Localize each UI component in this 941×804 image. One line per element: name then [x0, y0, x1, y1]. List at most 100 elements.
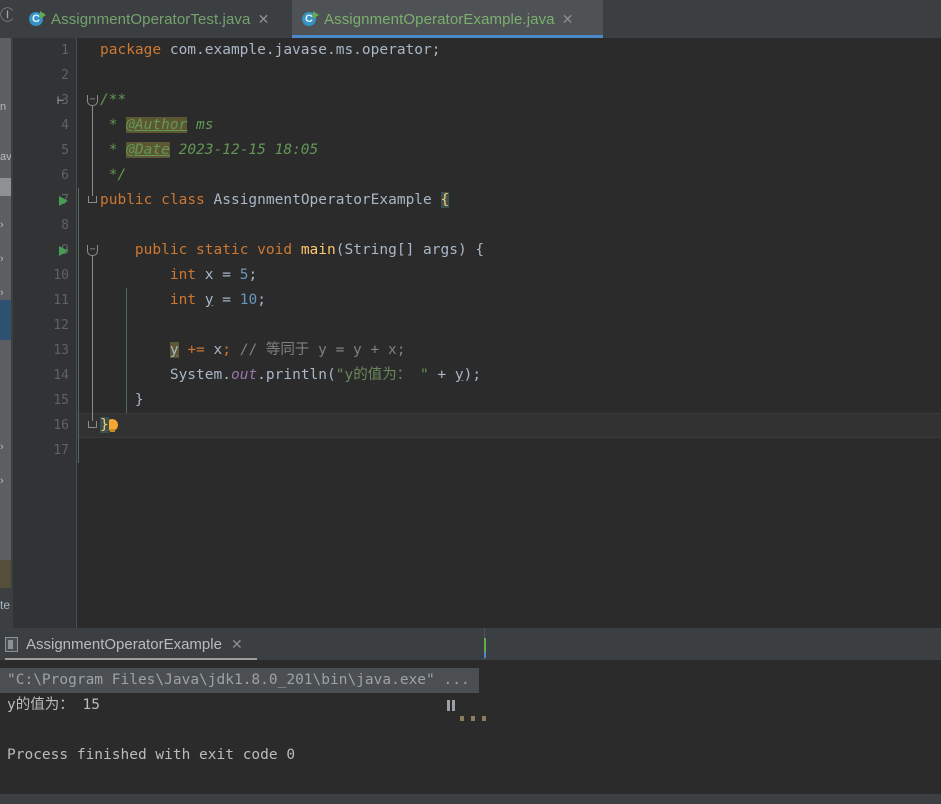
java-class-icon: C [29, 11, 46, 27]
code-line-15: } [77, 388, 144, 413]
console-status-marker-green [484, 638, 486, 652]
variable-x: x [213, 342, 223, 358]
line-number: 1 [61, 43, 69, 58]
dot: . [222, 367, 231, 383]
tab-label: AssignmentOperatorTest.java [51, 10, 251, 28]
keyword-int: int [169, 292, 197, 308]
code-line-13: y += x; // 等同于 y = y + x; [77, 338, 405, 363]
variable-y: y [169, 342, 179, 358]
project-tool-icon[interactable]: Ⓘ [0, 5, 13, 27]
keyword-int: int [169, 267, 197, 283]
run-gutter-icon-line-7[interactable] [59, 196, 68, 206]
close-icon[interactable]: ✕ [231, 636, 243, 653]
close-icon[interactable]: ✕ [257, 12, 270, 26]
matched-brace-close: } [100, 417, 109, 433]
console-tab-title: AssignmentOperatorExample [26, 635, 222, 653]
line-number: 13 [53, 343, 69, 358]
code-line-5: * @Date 2023-12-15 18:05 [77, 138, 318, 163]
keyword-package: package [100, 42, 162, 58]
structure-marker-icon[interactable]: ⊢ [57, 94, 64, 106]
tree-row[interactable]: › [0, 438, 11, 456]
line-number: 7 [61, 193, 69, 208]
pause-icon[interactable] [447, 700, 456, 711]
tree-row-selected[interactable] [0, 300, 11, 340]
line-number: 4 [61, 118, 69, 133]
console-output[interactable]: "C:\Program Files\Java\jdk1.8.0_201\bin\… [0, 660, 941, 804]
plus-assign-op: += [187, 342, 205, 358]
status-bar-strip [0, 794, 941, 804]
editor-tab-bar: C AssignmentOperatorTest.java ✕ C Assign… [13, 0, 941, 38]
project-tree-cropped[interactable]: n av › › › ✓ › › [0, 38, 13, 628]
keyword-static: static [196, 242, 249, 258]
line-number: 5 [61, 143, 69, 158]
code-text-area[interactable]: − − package com.example.javase.ms.operat… [77, 38, 941, 628]
method-println: println [265, 367, 328, 383]
field-out: out [230, 367, 258, 383]
line-number: 12 [53, 318, 69, 333]
code-line-11: int y = 10; [77, 288, 266, 313]
javadoc-date-value: 2023-12-15 18:05 [178, 142, 319, 158]
code-line-9: public static void main(String[] args) { [77, 238, 484, 263]
code-line-10: int x = 5; [77, 263, 257, 288]
caret-line-highlight [77, 413, 941, 438]
code-editor[interactable]: 1 2 3 4 5 6 7 8 9 10 11 12 13 14 15 16 1… [13, 38, 941, 628]
code-line-16: } [77, 413, 109, 438]
console-status-marker-blue [484, 652, 486, 658]
variable-y: y [454, 367, 464, 383]
console-line-command: "C:\Program Files\Java\jdk1.8.0_201\bin\… [0, 668, 479, 693]
concat-op: + [437, 367, 447, 383]
method-name-main: main [300, 242, 336, 258]
ide-window: Ⓘ n av › › › ✓ › › te C AssignmentOperat… [0, 0, 941, 804]
tree-row[interactable]: › [0, 250, 11, 268]
line-number: 14 [53, 368, 69, 383]
system-class: System [169, 367, 223, 383]
semicolon: ; [257, 292, 266, 308]
dot: . [257, 367, 266, 383]
run-tool-header: AssignmentOperatorExample ✕ [0, 628, 941, 660]
tree-row[interactable]: av [0, 148, 11, 166]
javadoc-close: */ [108, 167, 127, 183]
line-number: 2 [61, 68, 69, 83]
variable-y: y [204, 292, 214, 308]
javadoc-open: /** [100, 92, 127, 108]
tree-row-label[interactable]: te [0, 595, 13, 615]
tab-assignment-operator-example[interactable]: C AssignmentOperatorExample.java ✕ [292, 0, 603, 38]
console-dots-icon [460, 716, 490, 724]
console-tab[interactable]: AssignmentOperatorExample ✕ [0, 628, 267, 660]
line-comment: // 等同于 y = y + x; [239, 342, 406, 358]
semicolon: ; [248, 267, 258, 283]
javadoc-author-value: ms [196, 117, 214, 133]
code-line-3: /** [77, 88, 126, 113]
console-line-process-finished: Process finished with exit code 0 [7, 747, 296, 763]
tree-row[interactable]: n [0, 98, 11, 116]
code-line-14: System.out.println("y的值为： " + y); [77, 363, 481, 388]
tab-label: AssignmentOperatorExample.java [324, 10, 555, 28]
matched-brace-open: { [440, 192, 450, 208]
close-brace-inner: } [134, 392, 144, 408]
tree-row[interactable] [0, 178, 11, 196]
javadoc-tag-date: @Date [126, 142, 170, 158]
line-number: 11 [53, 293, 69, 308]
code-line-4: * @Author ms [77, 113, 214, 138]
variable-x: x [204, 267, 214, 283]
run-tool-window: AssignmentOperatorExample ✕ "C:\Program … [0, 628, 941, 804]
tab-assignment-operator-test[interactable]: C AssignmentOperatorTest.java ✕ [19, 0, 292, 38]
keyword-public: public [134, 242, 188, 258]
tree-row[interactable]: › [0, 472, 11, 490]
run-gutter-icon-line-9[interactable] [59, 246, 68, 256]
line-number: 8 [61, 218, 69, 233]
tree-row[interactable]: › [0, 216, 11, 234]
close-icon[interactable]: ✕ [562, 12, 574, 26]
keyword-class: class [161, 192, 205, 208]
semicolon: ; [222, 342, 231, 358]
javadoc-tag-author: @Author [126, 117, 188, 133]
keyword-void: void [257, 242, 293, 258]
assign-op: = [222, 267, 231, 283]
line-number: 6 [61, 168, 69, 183]
tree-highlight-block [0, 560, 11, 588]
package-name: com.example.javase.ms.operator; [169, 42, 441, 58]
editor-gutter[interactable]: 1 2 3 4 5 6 7 8 9 10 11 12 13 14 15 16 1… [13, 38, 77, 628]
class-name: AssignmentOperatorExample [213, 192, 432, 208]
assign-op: = [222, 292, 231, 308]
